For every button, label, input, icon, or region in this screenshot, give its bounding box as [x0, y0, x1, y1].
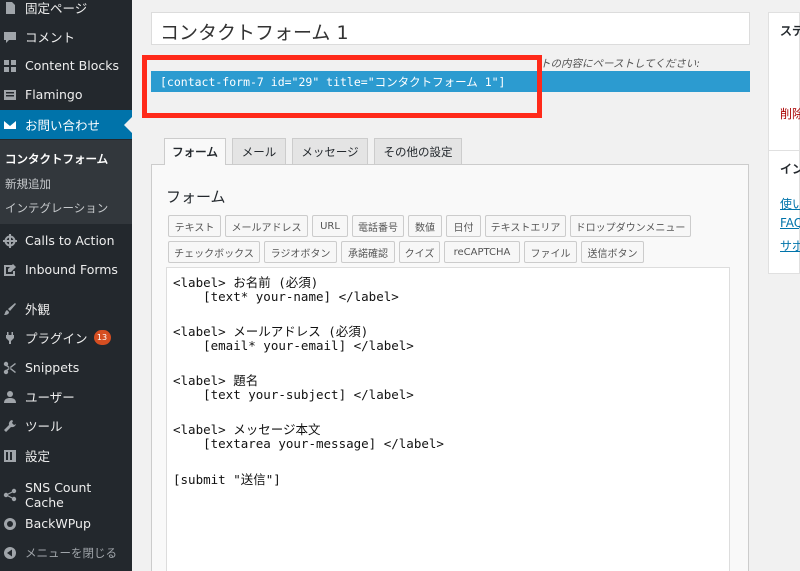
code-line: [text* your-name] </label>	[173, 289, 399, 304]
sidebar-item-label: お問い合わせ	[25, 118, 101, 133]
update-count-badge: 13	[93, 330, 111, 345]
collapse-menu-button[interactable]: メニューを閉じる	[0, 538, 132, 567]
sidebar-item-backwpup[interactable]: BackWPup	[0, 509, 132, 538]
support-link[interactable]: サポ	[780, 237, 800, 254]
sidebar-item-appearance[interactable]: 外観	[0, 294, 132, 323]
plugin-icon	[3, 331, 17, 345]
scissors-icon	[3, 361, 17, 375]
submenu-add-new[interactable]: 新規追加	[5, 176, 51, 192]
panel-heading: フォーム	[166, 188, 226, 206]
collapse-icon	[3, 546, 17, 560]
highlight-annotation-box	[142, 55, 542, 118]
form-title-input[interactable]: コンタクトフォーム 1	[151, 12, 750, 45]
sidebar-item-label: 外観	[25, 302, 51, 317]
sidebar-item-label: BackWPup	[25, 516, 91, 531]
page-icon	[3, 1, 17, 15]
current-menu-arrow	[124, 117, 132, 133]
sidebar-item-label: 設定	[25, 449, 51, 464]
sidebar-item-label: Flamingo	[25, 87, 83, 102]
tag-button-submit[interactable]: 送信ボタン	[581, 241, 644, 263]
comment-icon	[3, 30, 17, 44]
sidebar-item-label: Inbound Forms	[25, 262, 118, 277]
backup-icon	[3, 517, 17, 531]
tag-button-file[interactable]: ファイル	[524, 241, 577, 263]
sidebar-item-comments[interactable]: コメント	[0, 22, 132, 51]
submenu-integration[interactable]: インテグレーション	[5, 200, 108, 216]
settings-icon	[3, 449, 17, 463]
code-line: [submit "送信"]	[173, 472, 281, 487]
tag-button-text[interactable]: テキスト	[168, 215, 221, 237]
docs-link[interactable]: 使い	[780, 195, 800, 212]
admin-sidebar: 固定ページ コメント Content Blocks Flamingo お問い合わ…	[0, 0, 132, 571]
tag-button-textarea[interactable]: テキストエリア	[485, 215, 566, 237]
code-line: [text your-subject] </label>	[173, 387, 414, 402]
sidebar-item-label: ツール	[25, 419, 63, 434]
submenu-contact-forms[interactable]: コンタクトフォーム	[5, 151, 108, 167]
grid-icon	[3, 59, 17, 73]
sidebar-item-label: コメント	[25, 30, 76, 45]
tag-button-quiz[interactable]: クイズ	[399, 241, 440, 263]
sidebar-item-inbound-forms[interactable]: Inbound Forms	[0, 255, 132, 284]
tag-button-checkboxes[interactable]: チェックボックス	[168, 241, 260, 263]
sidebar-item-label: Calls to Action	[25, 233, 115, 248]
mail-icon	[3, 118, 17, 132]
faq-link[interactable]: FAQ	[780, 216, 800, 230]
tag-button-url[interactable]: URL	[312, 215, 348, 237]
tag-button-number[interactable]: 数値	[408, 215, 442, 237]
sidebar-item-contact[interactable]: お問い合わせ	[0, 110, 132, 139]
sidebar-item-settings[interactable]: 設定	[0, 441, 132, 470]
sidebar-item-label: Snippets	[25, 360, 80, 375]
collapse-menu-label: メニューを閉じる	[25, 545, 117, 560]
sidebar-item-tools[interactable]: ツール	[0, 411, 132, 440]
sidebar-item-plugins[interactable]: プラグイン 13	[0, 323, 132, 352]
tab-messages[interactable]: メッセージ	[292, 138, 368, 164]
tab-mail[interactable]: メール	[232, 138, 286, 164]
sidebar-item-label: Content Blocks	[25, 58, 120, 73]
tag-button-dropdown[interactable]: ドロップダウンメニュー	[570, 215, 691, 237]
tag-button-recaptcha[interactable]: reCAPTCHA	[444, 241, 520, 263]
sidebar-item-pages[interactable]: 固定ページ	[0, 0, 132, 22]
delete-link[interactable]: 削除	[780, 105, 800, 122]
contact-submenu: コンタクトフォーム 新規追加 インテグレーション	[0, 140, 132, 224]
wrench-icon	[3, 419, 17, 433]
sidebar-item-snippets[interactable]: Snippets	[0, 353, 132, 382]
flamingo-icon	[3, 88, 17, 102]
sidebar-item-flamingo[interactable]: Flamingo	[0, 80, 132, 109]
shortcode-copy-hint: トの内容にペーストしてください:	[540, 58, 700, 70]
sidebar-item-sns-count-cache[interactable]: SNS Count Cache	[0, 479, 132, 510]
sidebar-item-users[interactable]: ユーザー	[0, 382, 132, 411]
form-edit-icon	[3, 263, 17, 277]
sidebar-item-label: ユーザー	[25, 390, 75, 405]
tag-button-email[interactable]: メールアドレス	[225, 215, 308, 237]
tag-button-acceptance[interactable]: 承諾確認	[341, 241, 395, 263]
info-box-title: イン	[780, 162, 800, 176]
code-line: [textarea your-message] </label>	[173, 436, 444, 451]
sidebar-item-calls-to-action[interactable]: Calls to Action	[0, 226, 132, 255]
sidebar-item-label: プラグイン	[25, 331, 88, 346]
crosshair-icon	[3, 233, 17, 248]
sidebar-item-content-blocks[interactable]: Content Blocks	[0, 51, 132, 80]
tag-button-radio[interactable]: ラジオボタン	[264, 241, 337, 263]
brush-icon	[3, 302, 17, 316]
share-icon	[3, 488, 17, 502]
code-line: [email* your-email] </label>	[173, 338, 414, 353]
sidebar-item-label: 固定ページ	[25, 1, 88, 16]
tag-button-date[interactable]: 日付	[446, 215, 481, 237]
sidebar-item-label: SNS Count Cache	[25, 479, 92, 510]
tag-button-tel[interactable]: 電話番号	[352, 215, 404, 237]
user-icon	[3, 390, 17, 404]
status-box-title: ステ	[780, 24, 800, 38]
tab-additional-settings[interactable]: その他の設定	[374, 138, 462, 164]
tab-form[interactable]: フォーム	[164, 138, 226, 165]
